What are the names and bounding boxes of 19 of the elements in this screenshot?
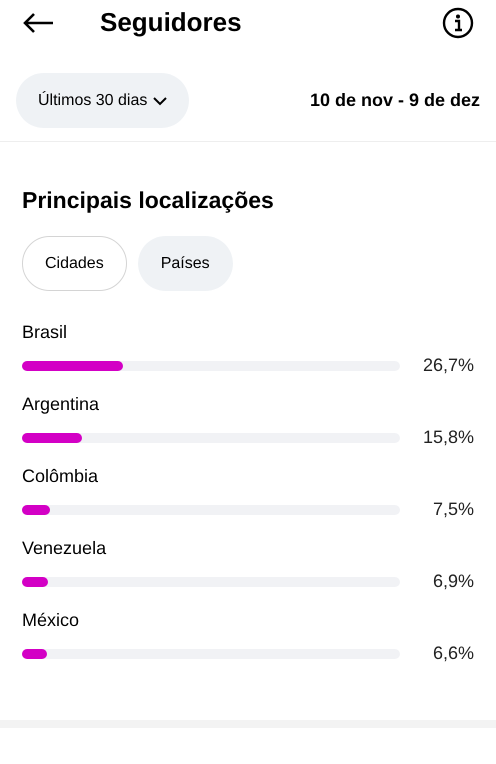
back-icon[interactable] <box>22 12 54 34</box>
percentage: 6,9% <box>432 571 474 592</box>
location-name: Argentina <box>22 393 100 415</box>
period-dropdown[interactable]: Últimos 30 dias <box>16 73 190 128</box>
location-name: México <box>22 609 80 631</box>
location-name: Colômbia <box>22 465 100 487</box>
location-name: Venezuela <box>22 537 108 559</box>
section-title: Principais localizações <box>22 186 275 214</box>
chevron-down-icon <box>153 96 168 106</box>
percentage: 15,8% <box>422 427 474 448</box>
filter-tab[interactable]: Países <box>138 236 233 291</box>
percentage: 6,6% <box>432 643 474 664</box>
date-range: 10 de nov - 9 de dez <box>310 90 480 111</box>
filter-tab[interactable]: Cidades <box>22 236 127 291</box>
percentage: 7,5% <box>432 499 474 520</box>
info-icon[interactable] <box>442 6 474 38</box>
page-title: Seguidores <box>100 7 243 38</box>
percentage: 26,7% <box>422 355 474 376</box>
location-name: Brasil <box>22 321 68 343</box>
